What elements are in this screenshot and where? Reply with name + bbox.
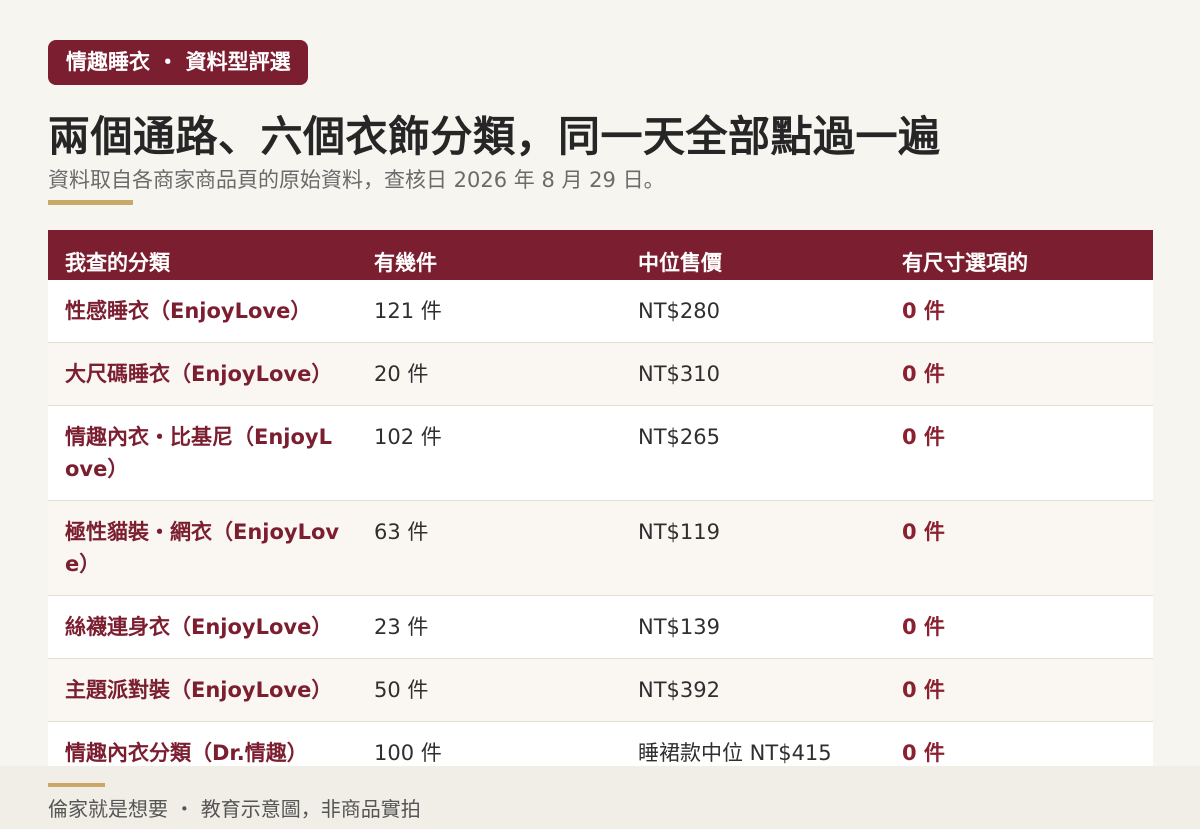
table-row: 絲襪連身衣（EnjoyLove） 23 件 NT$139 0 件	[48, 595, 1153, 659]
table-header: 我查的分類 有幾件 中位售價 有尺寸選項的	[48, 230, 1153, 280]
row-median-price: NT$310	[621, 342, 885, 406]
row-category: 主題派對裝（EnjoyLove）	[48, 658, 357, 722]
header-count: 有幾件	[357, 230, 621, 280]
row-median-price: NT$119	[621, 500, 885, 596]
table-header-row: 我查的分類 有幾件 中位售價 有尺寸選項的	[48, 230, 1153, 280]
row-count: 102 件	[357, 405, 621, 501]
row-count: 63 件	[357, 500, 621, 596]
table-row: 主題派對裝（EnjoyLove） 50 件 NT$392 0 件	[48, 658, 1153, 722]
footer-divider	[48, 783, 105, 787]
title-divider	[48, 200, 133, 205]
row-category: 大尺碼睡衣（EnjoyLove）	[48, 342, 357, 406]
page-title: 兩個通路、六個衣飾分類，同一天全部點過一遍	[48, 112, 941, 161]
category-badge: 情趣睡衣 ・ 資料型評選	[48, 40, 308, 85]
row-size-options: 0 件	[885, 658, 1153, 722]
header-median-price: 中位售價	[621, 230, 885, 280]
row-category: 情趣內衣・比基尼（EnjoyLove）	[48, 405, 357, 501]
table-row: 大尺碼睡衣（EnjoyLove） 20 件 NT$310 0 件	[48, 342, 1153, 406]
table-row: 情趣內衣・比基尼（EnjoyLove） 102 件 NT$265 0 件	[48, 405, 1153, 501]
page-subtitle: 資料取自各商家商品頁的原始資料，查核日 2026 年 8 月 29 日。	[48, 168, 665, 192]
row-size-options: 0 件	[885, 595, 1153, 659]
row-count: 50 件	[357, 658, 621, 722]
row-count: 121 件	[357, 280, 621, 343]
row-category: 性感睡衣（EnjoyLove）	[48, 280, 357, 343]
header-category: 我查的分類	[48, 230, 357, 280]
row-median-price: NT$280	[621, 280, 885, 343]
row-size-options: 0 件	[885, 280, 1153, 343]
table-row: 性感睡衣（EnjoyLove） 121 件 NT$280 0 件	[48, 280, 1153, 343]
table-row: 極性貓裝・網衣（EnjoyLove） 63 件 NT$119 0 件	[48, 500, 1153, 596]
row-median-price: NT$392	[621, 658, 885, 722]
row-category: 極性貓裝・網衣（EnjoyLove）	[48, 500, 357, 596]
row-size-options: 0 件	[885, 342, 1153, 406]
row-median-price: NT$139	[621, 595, 885, 659]
row-size-options: 0 件	[885, 500, 1153, 596]
row-median-price: NT$265	[621, 405, 885, 501]
row-count: 20 件	[357, 342, 621, 406]
footer-caption: 倫家就是想要 ・ 教育示意圖，非商品實拍	[48, 797, 421, 821]
header-size-options: 有尺寸選項的	[885, 230, 1153, 280]
row-count: 23 件	[357, 595, 621, 659]
data-table: 我查的分類 有幾件 中位售價 有尺寸選項的 性感睡衣（EnjoyLove） 12…	[48, 230, 1153, 788]
row-category: 絲襪連身衣（EnjoyLove）	[48, 595, 357, 659]
row-size-options: 0 件	[885, 405, 1153, 501]
table-body: 性感睡衣（EnjoyLove） 121 件 NT$280 0 件 大尺碼睡衣（E…	[48, 280, 1153, 788]
